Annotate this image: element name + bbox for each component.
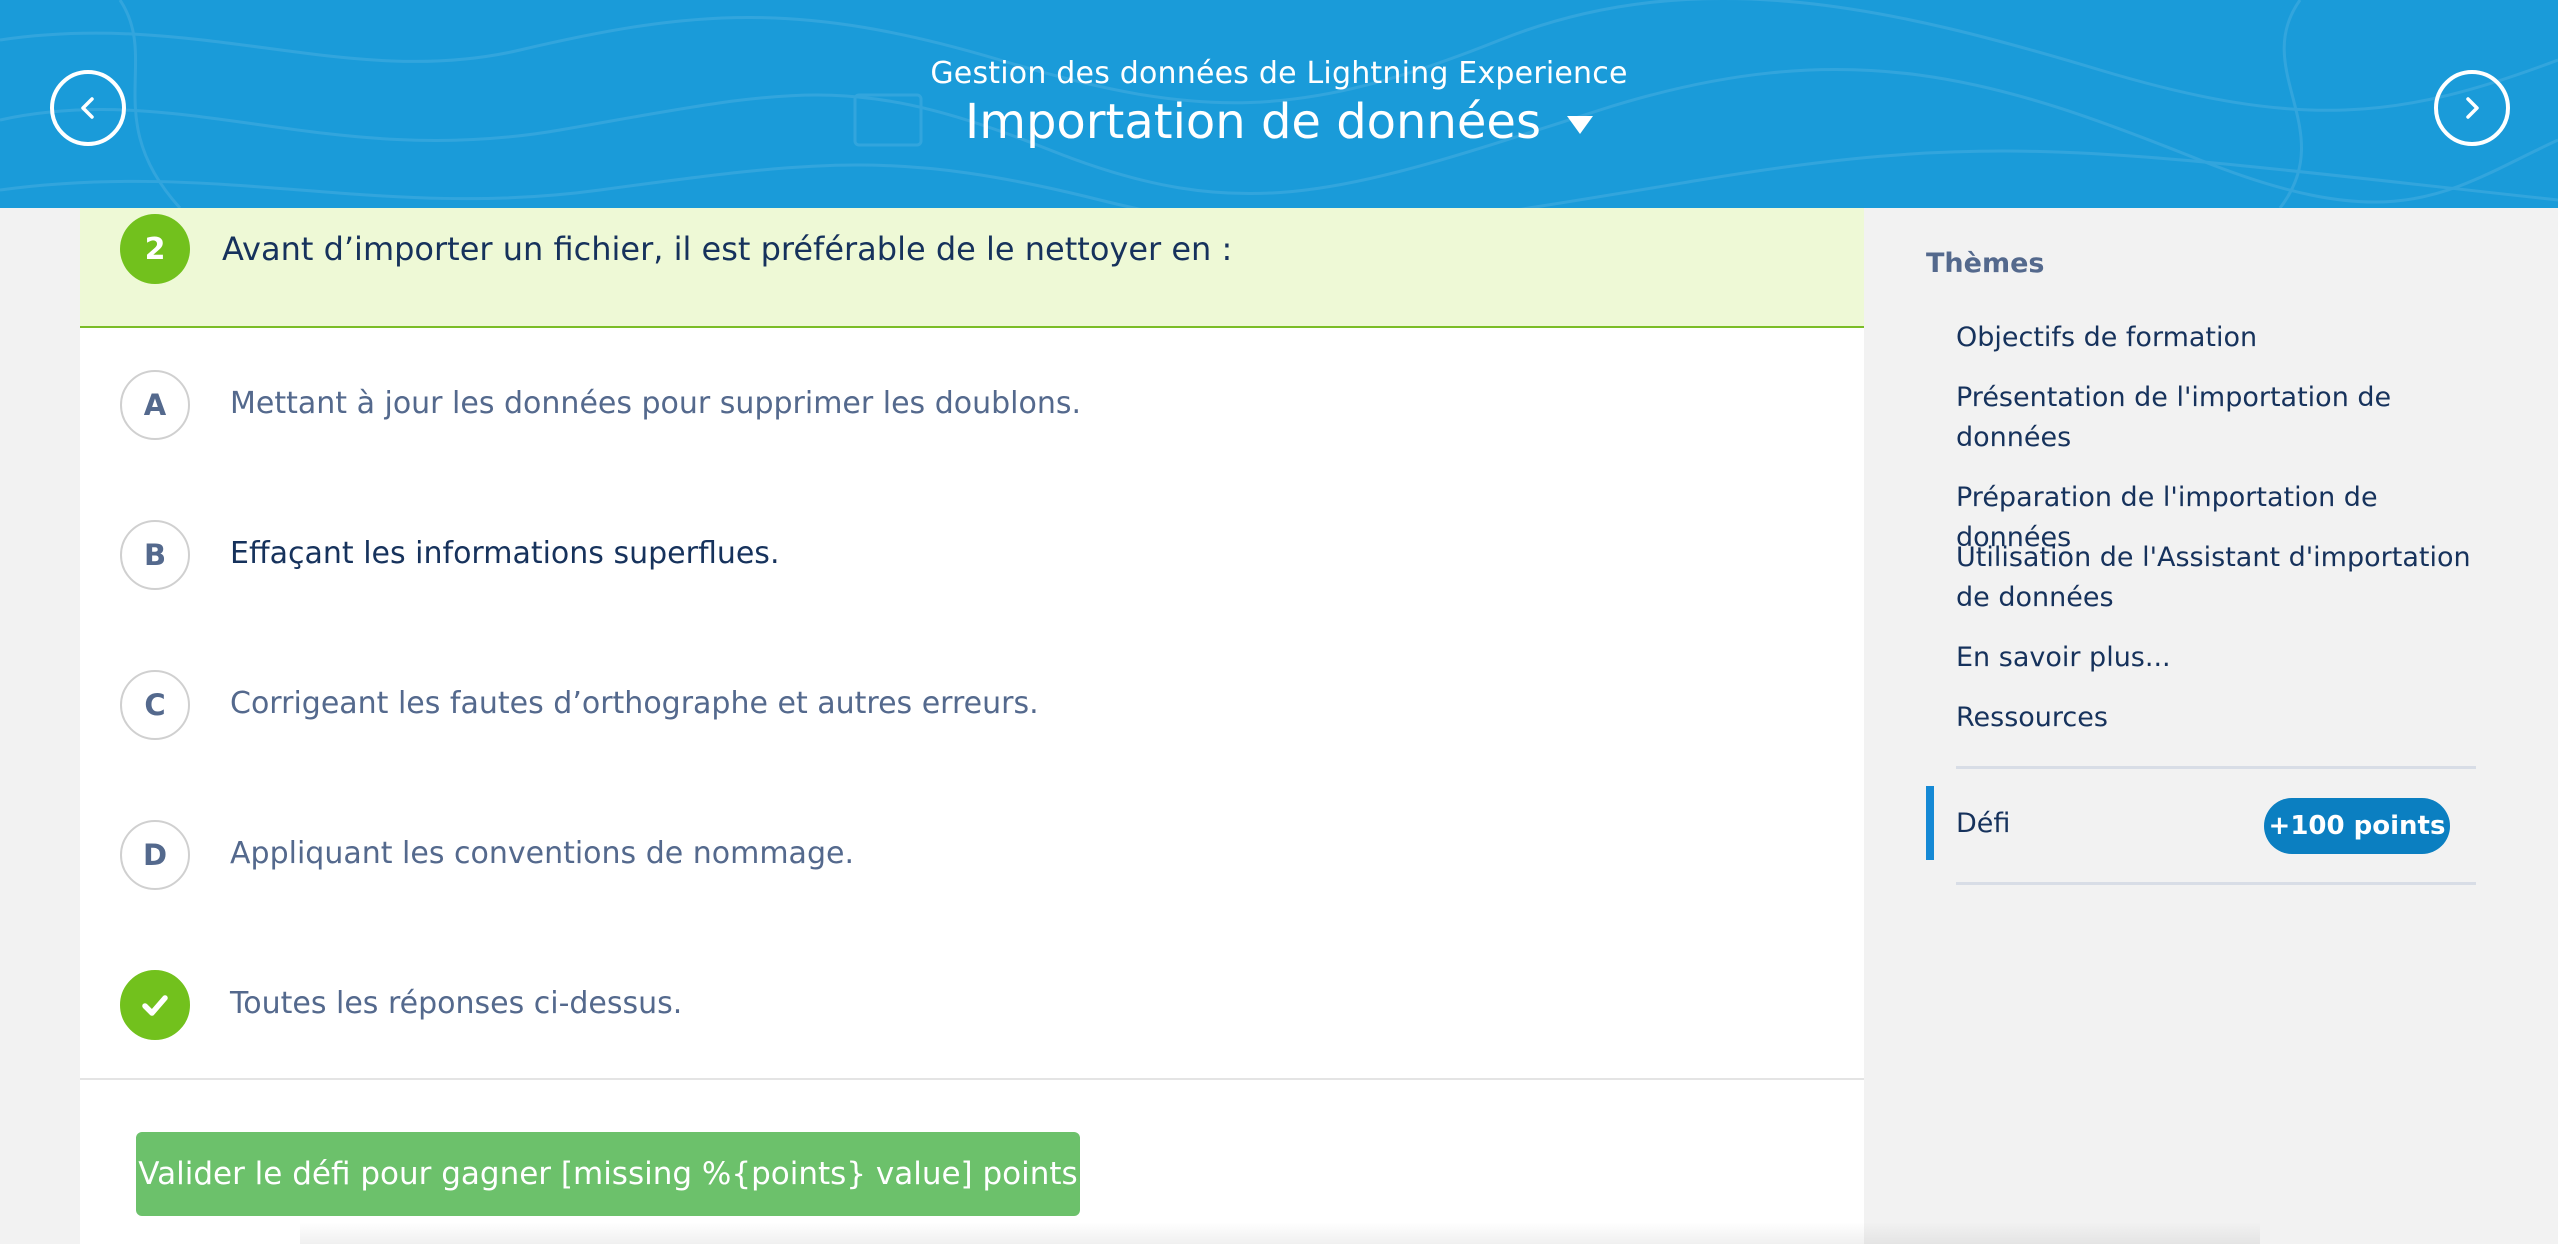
question-header: 2 Avant d’importer un fichier, il est pr… [80,208,1864,328]
answer-text-e: Toutes les réponses ci-dessus. [230,986,683,1021]
sidebar-heading: Thèmes [1926,248,2045,279]
answer-option-a[interactable]: A Mettant à jour les données pour suppri… [80,328,1864,478]
chevron-right-icon [2466,97,2479,119]
answer-letter-a[interactable]: A [120,370,190,440]
bottom-shadow [300,1222,2260,1244]
sidebar-divider-top [1956,766,2476,769]
active-item-indicator [1926,786,1934,860]
course-header: Gestion des données de Lightning Experie… [0,0,2558,208]
topics-sidebar: Thèmes Objectifs de formation Présentati… [1864,208,2558,1244]
answer-selected-marker[interactable] [120,970,190,1040]
caret-down-icon[interactable] [1566,116,1593,134]
footer-divider [80,1078,1864,1080]
answer-text-c: Corrigeant les fautes d’orthographe et a… [230,686,1039,721]
answer-text-a: Mettant à jour les données pour supprime… [230,386,1082,421]
answer-option-c[interactable]: C Corrigeant les fautes d’orthographe et… [80,628,1864,778]
answer-text-b: Effaçant les informations superflues. [230,536,780,571]
sidebar-divider-bottom [1956,882,2476,885]
answer-letter-c[interactable]: C [120,670,190,740]
answer-option-b[interactable]: B Effaçant les informations superflues. [80,478,1864,628]
unit-title: Importation de données [965,94,1541,150]
module-subtitle: Gestion des données de Lightning Experie… [930,56,1628,91]
answer-letter-b[interactable]: B [120,520,190,590]
answer-option-d[interactable]: D Appliquant les conventions de nommage. [80,778,1864,928]
sidebar-item-learn-more[interactable]: En savoir plus... [1956,638,2476,678]
sidebar-item-import-overview[interactable]: Présentation de l'importation de données [1956,378,2476,458]
quiz-card: 2 Avant d’importer un fichier, il est pr… [80,208,1864,1244]
submit-challenge-button[interactable]: Valider le défi pour gagner [missing %{p… [136,1132,1080,1216]
answer-option-e[interactable]: Toutes les réponses ci-dessus. [80,928,1864,1078]
sidebar-item-import-wizard[interactable]: Utilisation de l'Assistant d'importation… [1956,538,2476,618]
unit-title-dropdown[interactable]: Importation de données [0,94,2558,150]
question-number-badge: 2 [120,214,190,284]
question-text: Avant d’importer un fichier, il est préf… [222,230,1233,268]
check-icon [142,995,168,1016]
answer-text-d: Appliquant les conventions de nommage. [230,836,854,871]
points-badge: +100 points [2264,798,2450,854]
sidebar-item-objectives[interactable]: Objectifs de formation [1956,318,2476,358]
answer-letter-d[interactable]: D [120,820,190,890]
next-unit-button[interactable] [2434,70,2510,146]
sidebar-item-challenge[interactable]: Défi [1956,808,2010,839]
sidebar-item-resources[interactable]: Ressources [1956,698,2476,738]
